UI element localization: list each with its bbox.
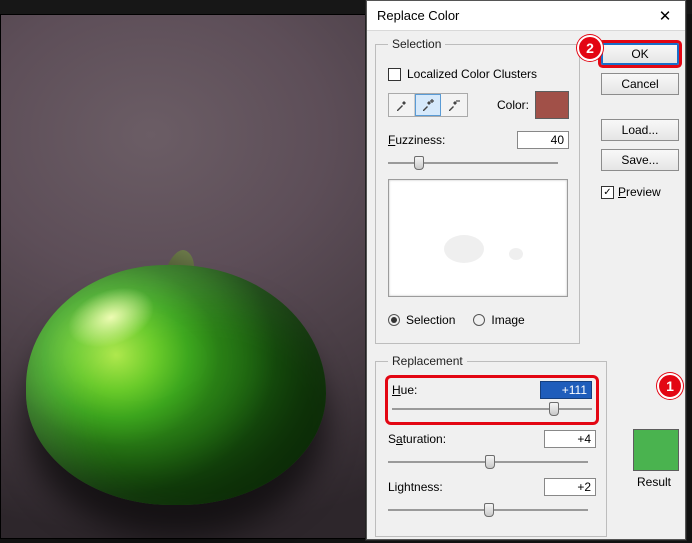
load-button[interactable]: Load... bbox=[601, 119, 679, 141]
preview-checkbox[interactable]: ✓ bbox=[601, 186, 614, 199]
eyedropper-minus-icon[interactable] bbox=[441, 94, 467, 116]
fuzziness-field[interactable] bbox=[517, 131, 569, 149]
dialog-title: Replace Color bbox=[377, 8, 459, 23]
lightness-slider[interactable] bbox=[388, 502, 588, 518]
selection-preview bbox=[388, 179, 568, 297]
saturation-slider[interactable] bbox=[388, 454, 588, 470]
close-icon[interactable]: ✕ bbox=[645, 1, 685, 31]
replacement-legend: Replacement bbox=[388, 354, 467, 368]
fuzziness-slider[interactable] bbox=[388, 155, 558, 171]
cancel-button[interactable]: Cancel bbox=[601, 73, 679, 95]
selection-legend: Selection bbox=[388, 37, 445, 51]
lightness-label: Lightness: bbox=[388, 480, 443, 494]
hue-label: Hue: bbox=[392, 383, 417, 397]
hue-field[interactable]: +111 bbox=[540, 381, 592, 399]
result-label: Result bbox=[637, 475, 671, 489]
result-swatch[interactable] bbox=[633, 429, 679, 471]
selection-fieldset: Selection Localized Color Clusters Color… bbox=[375, 37, 580, 344]
saturation-label: Saturation: bbox=[388, 432, 446, 446]
apple-image bbox=[26, 265, 326, 505]
eyedropper-group bbox=[388, 93, 468, 117]
radio-image[interactable]: Image bbox=[473, 313, 524, 327]
fuzziness-label: FFuzziness:uzziness: bbox=[388, 133, 445, 147]
hue-highlight: Hue: +111 bbox=[388, 378, 596, 422]
eyedropper-icon[interactable] bbox=[389, 94, 415, 116]
hue-slider[interactable] bbox=[392, 401, 592, 417]
replace-color-dialog: Replace Color ✕ Selection Localized Colo… bbox=[366, 0, 686, 540]
callout-2: 2 bbox=[577, 35, 603, 61]
radio-selection[interactable]: Selection bbox=[388, 313, 455, 327]
localized-checkbox[interactable] bbox=[388, 68, 401, 81]
replacement-fieldset: Replacement Hue: +111 Saturation: Lightn… bbox=[375, 354, 607, 537]
save-button[interactable]: Save... bbox=[601, 149, 679, 171]
ok-button[interactable]: OK bbox=[601, 43, 679, 65]
preview-label: Preview bbox=[618, 185, 661, 199]
callout-1: 1 bbox=[657, 373, 683, 399]
saturation-field[interactable] bbox=[544, 430, 596, 448]
dialog-titlebar[interactable]: Replace Color ✕ bbox=[367, 1, 685, 31]
eyedropper-plus-icon[interactable] bbox=[415, 94, 441, 116]
color-label: Color: bbox=[497, 98, 529, 112]
localized-label: Localized Color Clusters bbox=[407, 67, 537, 81]
lightness-field[interactable] bbox=[544, 478, 596, 496]
color-swatch[interactable] bbox=[535, 91, 569, 119]
canvas-background bbox=[0, 14, 370, 539]
